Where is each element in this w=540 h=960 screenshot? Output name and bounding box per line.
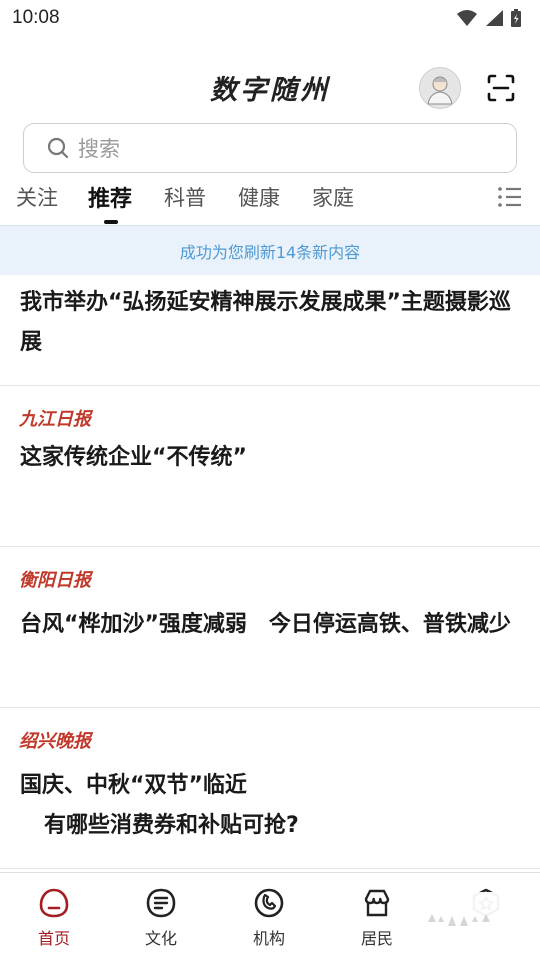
search-input[interactable]: 搜索 (23, 123, 517, 173)
tab-active-indicator (104, 220, 118, 224)
scan-icon[interactable] (486, 73, 516, 103)
news-item[interactable]: 我市举办“弘扬延安精神展示发展成果”主题摄影巡展 (0, 275, 540, 386)
news-feed: 我市举办“弘扬延安精神展示发展成果”主题摄影巡展 九江日报 这家传统企业“不传统… (0, 275, 540, 869)
status-icons (456, 8, 522, 28)
nav-home[interactable]: 首页 (24, 887, 84, 949)
wifi-icon (457, 10, 477, 26)
watermark-icon (388, 892, 508, 950)
refresh-banner: 成功为您刷新14条新内容 (0, 225, 540, 275)
signal-icon (486, 10, 503, 26)
news-source: 绍兴晚报 (19, 731, 91, 752)
news-title: 我市举办“弘扬延安精神展示发展成果”主题摄影巡展 (20, 290, 511, 355)
home-icon (39, 888, 69, 918)
search-placeholder: 搜索 (78, 137, 120, 161)
search-icon (47, 137, 69, 159)
category-tabs: 关注 推荐 科普 健康 家庭 (0, 176, 540, 224)
news-item[interactable]: 绍兴晚报 国庆、中秋“双节”临近 有哪些消费券和补贴可抢? (0, 708, 540, 869)
culture-icon (146, 888, 176, 918)
user-avatar-icon (427, 76, 453, 105)
news-source: 九江日报 (19, 409, 91, 430)
news-item[interactable]: 九江日报 这家传统企业“不传统” (0, 386, 540, 547)
nav-culture-label: 文化 (144, 929, 177, 948)
tab-health[interactable]: 健康 (238, 182, 280, 212)
tab-science[interactable]: 科普 (164, 182, 206, 212)
news-title-line2: 有哪些消费券和补贴可抢? (44, 813, 299, 838)
news-title: 台风“桦加沙”强度减弱 今日停运高铁、普铁减少 (20, 612, 511, 637)
avatar[interactable] (419, 67, 461, 109)
nav-culture[interactable]: 文化 (131, 887, 191, 949)
nav-institution-label: 机构 (252, 929, 285, 948)
status-time: 10:08 (12, 7, 60, 28)
nav-home-label: 首页 (37, 929, 70, 948)
news-title: 这家传统企业“不传统” (20, 445, 247, 470)
tab-follow[interactable]: 关注 (16, 182, 58, 212)
institution-icon (254, 888, 284, 918)
tab-recommend[interactable]: 推荐 (88, 181, 132, 213)
status-bar: 10:08 (0, 0, 540, 36)
news-source: 衡阳日报 (19, 570, 91, 591)
nav-institution[interactable]: 机构 (239, 887, 299, 949)
battery-icon (511, 9, 521, 27)
news-item[interactable]: 衡阳日报 台风“桦加沙”强度减弱 今日停运高铁、普铁减少 (0, 547, 540, 708)
menu-list-icon[interactable] (497, 185, 523, 209)
news-title: 国庆、中秋“双节”临近 (20, 773, 247, 798)
app-header: 数字随州 (0, 60, 540, 116)
tab-family[interactable]: 家庭 (312, 182, 354, 212)
